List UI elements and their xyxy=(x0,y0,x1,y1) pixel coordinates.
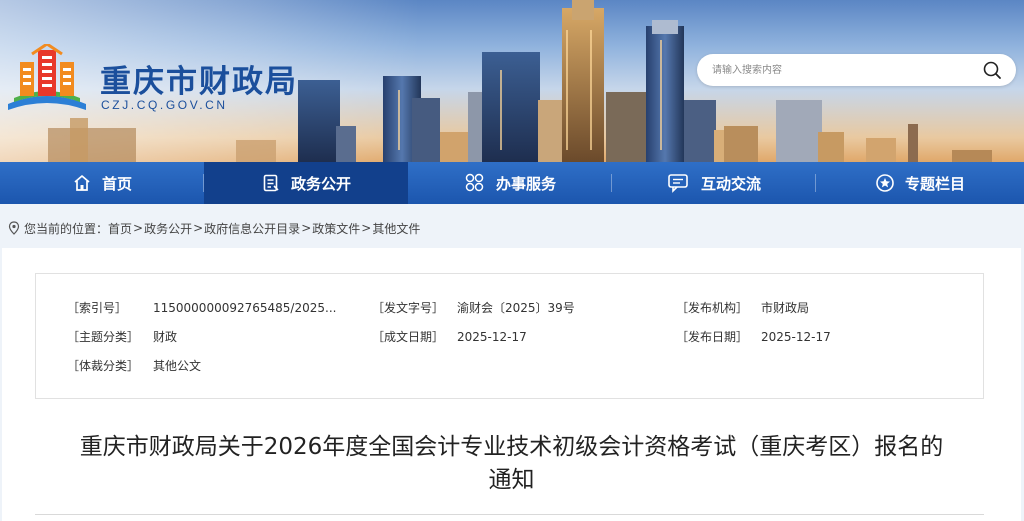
article-title-line-2: 通知 xyxy=(488,467,535,493)
nav-item-interaction[interactable]: 互动交流 xyxy=(612,162,816,204)
nav-item-home[interactable]: 首页 xyxy=(0,162,204,204)
title-divider xyxy=(35,514,984,515)
topic-value: 财政 xyxy=(153,330,178,344)
breadcrumb-separator: > xyxy=(193,221,204,235)
document-metadata-table: ［索引号］ 115000000092765485/2025... ［发文字号］ … xyxy=(35,273,984,399)
site-domain: CZJ.CQ.GOV.CN xyxy=(101,98,228,112)
site-name: 重庆市财政局 xyxy=(100,64,298,100)
breadcrumb-item-other-documents[interactable]: 其他文件 xyxy=(372,220,420,237)
bureau-logo-icon xyxy=(8,44,86,110)
breadcrumb-item-government-affairs[interactable]: 政务公开 xyxy=(144,220,192,237)
article-title-line-1: 重庆市财政局关于2026年度全国会计专业技术初级会计资格考试（重庆考区）报名的 xyxy=(79,434,944,460)
nav-item-special-topics[interactable]: 专题栏目 xyxy=(816,162,1024,204)
document-number-value: 渝财会〔2025〕39号 xyxy=(457,301,575,315)
topic-label: ［主题分类］ xyxy=(67,330,140,344)
genre-value: 其他公文 xyxy=(153,359,202,373)
issuer-value: 市财政局 xyxy=(761,301,810,315)
article-panel: ［索引号］ 115000000092765485/2025... ［发文字号］ … xyxy=(2,248,1021,521)
search-input[interactable] xyxy=(712,61,972,79)
breadcrumb-separator: > xyxy=(301,221,312,235)
written-date-label: ［成文日期］ xyxy=(372,330,445,344)
star-icon xyxy=(876,174,894,192)
written-date-value: 2025-12-17 xyxy=(457,330,527,344)
chat-icon xyxy=(668,174,688,193)
document-icon xyxy=(263,174,279,192)
header-banner: 重庆市财政局 CZJ.CQ.GOV.CN xyxy=(0,0,1024,162)
location-pin-icon xyxy=(8,221,20,235)
nav-item-special-topics-label: 专题栏目 xyxy=(904,174,965,193)
breadcrumb-prefix: 您当前的位置： xyxy=(24,221,109,236)
nav-item-government-affairs[interactable]: 政务公开 xyxy=(204,162,408,204)
genre-label: ［体裁分类］ xyxy=(67,359,140,373)
main-nav: 首页 政务公开 办事服务 互动交流 专题栏目 xyxy=(0,162,1024,204)
index-number-label: ［索引号］ xyxy=(67,301,128,315)
nav-item-government-affairs-label: 政务公开 xyxy=(290,174,351,193)
nav-item-services[interactable]: 办事服务 xyxy=(408,162,612,204)
search-icon[interactable] xyxy=(982,60,1002,80)
breadcrumb-item-policy-documents[interactable]: 政策文件 xyxy=(312,220,360,237)
breadcrumb: 您当前的位置： 首页 > 政务公开 > 政府信息公开目录 > 政策文件 > 其他… xyxy=(8,220,420,236)
issuer-label: ［发布机构］ xyxy=(676,301,749,315)
nav-item-home-label: 首页 xyxy=(101,174,132,193)
services-grid-icon xyxy=(465,173,484,192)
breadcrumb-item-disclosure-catalog[interactable]: 政府信息公开目录 xyxy=(204,220,300,237)
nav-item-services-label: 办事服务 xyxy=(495,174,556,193)
breadcrumb-item-home[interactable]: 首页 xyxy=(108,220,132,237)
publish-date-value: 2025-12-17 xyxy=(761,330,831,344)
nav-item-interaction-label: 互动交流 xyxy=(700,174,761,193)
article-title: 重庆市财政局关于2026年度全国会计专业技术初级会计资格考试（重庆考区）报名的 … xyxy=(2,431,1021,497)
index-number-value: 115000000092765485/2025... xyxy=(153,301,337,315)
publish-date-label: ［发布日期］ xyxy=(676,330,749,344)
search-box xyxy=(697,54,1016,86)
breadcrumb-separator: > xyxy=(133,221,144,235)
breadcrumb-separator: > xyxy=(361,221,372,235)
home-icon xyxy=(74,175,90,191)
document-number-label: ［发文字号］ xyxy=(372,301,445,315)
